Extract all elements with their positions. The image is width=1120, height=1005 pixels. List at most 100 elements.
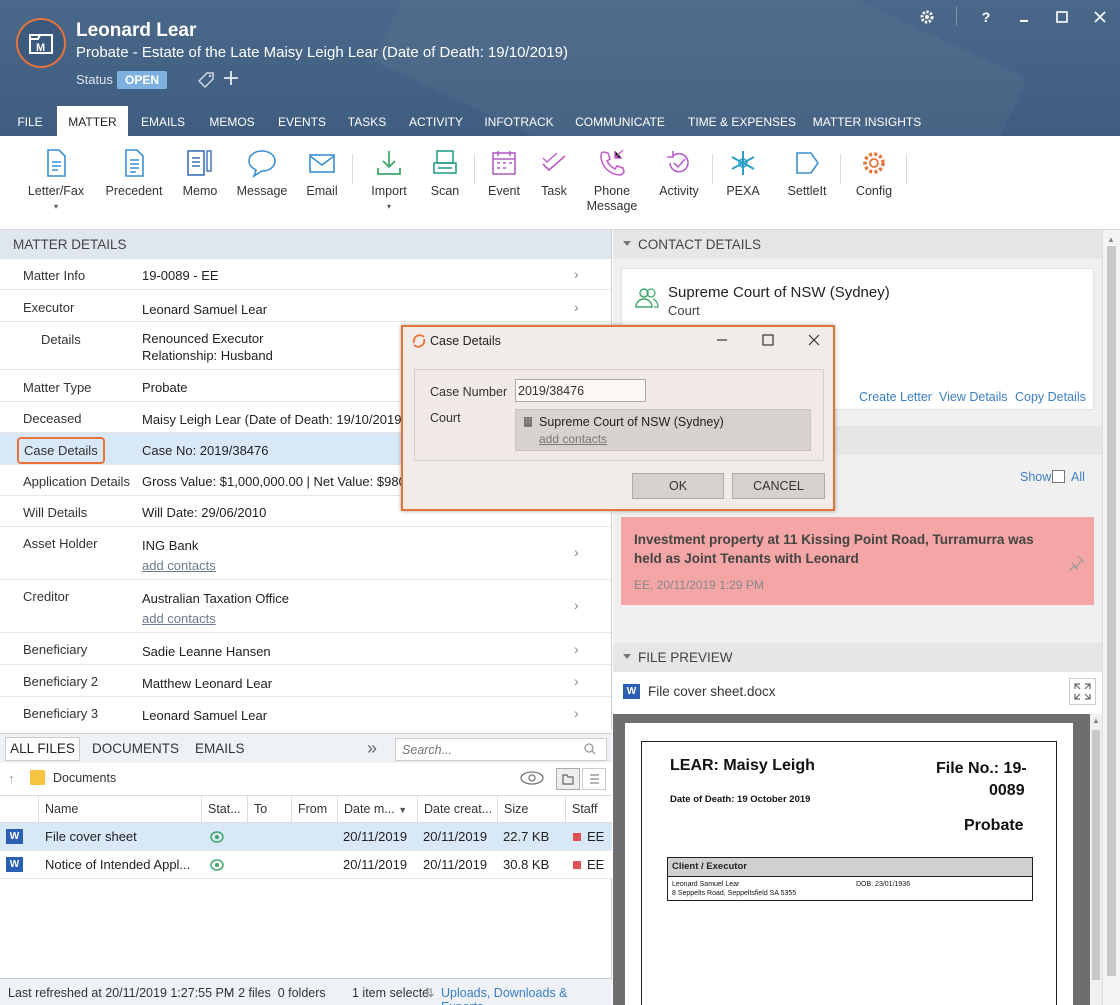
tab-matter[interactable]: MATTER xyxy=(57,106,128,136)
detail-row-executor[interactable]: Executor Leonard Samuel Lear › xyxy=(0,290,611,322)
up-arrow-icon[interactable]: ↑ xyxy=(8,771,15,786)
file-preview-heading[interactable]: FILE PREVIEW xyxy=(613,643,1102,672)
gear-icon[interactable] xyxy=(916,8,938,26)
expand-icon[interactable] xyxy=(1069,678,1096,705)
phone-message-button[interactable]: Phone Message xyxy=(582,148,642,214)
dialog-minimize-icon[interactable] xyxy=(715,333,729,347)
dialog-maximize-icon[interactable] xyxy=(761,333,775,347)
tab-communicate[interactable]: COMMUNICATE xyxy=(568,106,672,136)
precedent-button[interactable]: Precedent xyxy=(102,148,166,199)
view-details-link[interactable]: View Details xyxy=(939,390,1008,404)
activity-button[interactable]: Activity xyxy=(650,148,708,199)
scrollbar-thumb[interactable] xyxy=(1107,246,1116,976)
pin-icon[interactable] xyxy=(1068,555,1084,571)
contact-name: Supreme Court of NSW (Sydney) xyxy=(668,284,890,301)
detail-row-creditor[interactable]: Creditor Australian Taxation Office add … xyxy=(0,580,611,633)
tab-matter-insights[interactable]: MATTER INSIGHTS xyxy=(810,106,924,136)
table-row[interactable]: W File cover sheet 20/11/2019 20/11/2019… xyxy=(0,823,612,851)
detail-value: Matthew Leonard Lear xyxy=(142,676,273,691)
task-button[interactable]: Task xyxy=(532,148,576,199)
chevron-right-icon: › xyxy=(574,544,579,560)
copy-details-link[interactable]: Copy Details xyxy=(1015,390,1086,404)
detail-row-beneficiary-2[interactable]: Beneficiary 2 Matthew Leonard Lear › xyxy=(0,665,611,697)
add-contacts-link[interactable]: add contacts xyxy=(142,558,216,573)
file-date-modified: 20/11/2019 xyxy=(343,829,408,844)
column-date-created[interactable]: Date creat... xyxy=(418,796,498,823)
court-contact-box[interactable]: Supreme Court of NSW (Sydney) add contac… xyxy=(515,409,811,451)
column-icon xyxy=(0,796,39,823)
preview-scrollbar[interactable]: ▲ xyxy=(1090,714,1102,1005)
tab-infotrack[interactable]: INFOTRACK xyxy=(480,106,558,136)
eye-icon[interactable] xyxy=(520,771,544,785)
task-icon xyxy=(542,152,566,172)
note-meta: EE, 20/11/2019 1:29 PM xyxy=(634,578,764,592)
all-label: All xyxy=(1071,470,1085,484)
court-add-contacts-link[interactable]: add contacts xyxy=(539,432,607,446)
tab-activity[interactable]: ACTIVITY xyxy=(402,106,470,136)
file-search-input[interactable] xyxy=(395,738,607,761)
doc-client-dob: DOB: 23/01/1936 xyxy=(856,881,911,888)
tab-events[interactable]: EVENTS xyxy=(272,106,332,136)
import-button[interactable]: Import ▾ xyxy=(362,148,416,214)
file-tabs: ALL FILES DOCUMENTS EMAILS » xyxy=(0,733,612,763)
minimize-icon[interactable] xyxy=(1013,8,1035,26)
tab-memos[interactable]: MEMOS xyxy=(202,106,262,136)
tab-all-files[interactable]: ALL FILES xyxy=(5,737,80,761)
column-date-modified[interactable]: Date m... ▼ xyxy=(338,796,418,823)
detail-label: Creditor xyxy=(23,589,70,604)
list-view-icon[interactable] xyxy=(582,768,606,790)
memo-button[interactable]: Memo xyxy=(176,148,224,199)
maximize-icon[interactable] xyxy=(1051,8,1073,26)
detail-row-asset-holder[interactable]: Asset Holder ING Bank add contacts › xyxy=(0,527,611,580)
scrollbar[interactable]: ▲ xyxy=(1102,230,1120,1005)
staff-color-marker xyxy=(573,861,581,869)
column-name[interactable]: Name xyxy=(39,796,202,823)
note-text: Investment property at 11 Kissing Point … xyxy=(634,532,1034,566)
note-card[interactable]: Investment property at 11 Kissing Point … xyxy=(621,517,1094,605)
detail-row-matter-info[interactable]: Matter Info 19-0089 - EE › xyxy=(0,259,611,290)
tab-documents[interactable]: DOCUMENTS xyxy=(92,741,179,756)
case-number-input[interactable] xyxy=(515,379,646,402)
detail-row-beneficiary[interactable]: Beneficiary Sadie Leanne Hansen › xyxy=(0,633,611,665)
config-button[interactable]: Config xyxy=(850,148,898,199)
status-badge[interactable]: OPEN xyxy=(117,71,168,89)
pexa-button[interactable]: PEXA xyxy=(720,148,766,199)
create-letter-link[interactable]: Create Letter xyxy=(859,390,932,404)
tab-emails-files[interactable]: EMAILS xyxy=(195,741,245,756)
tab-tasks[interactable]: TASKS xyxy=(342,106,392,136)
column-from[interactable]: From xyxy=(292,796,338,823)
help-button[interactable]: ? xyxy=(975,8,997,26)
event-button[interactable]: Event xyxy=(482,148,526,199)
detail-row-beneficiary-3[interactable]: Beneficiary 3 Leonard Samuel Lear › xyxy=(0,697,611,729)
column-staff[interactable]: Staff xyxy=(566,796,612,823)
scan-button[interactable]: Scan xyxy=(422,148,468,199)
uploads-link[interactable]: Uploads, Downloads & Exports xyxy=(441,986,612,1005)
column-status[interactable]: Stat... xyxy=(202,796,248,823)
tab-emails[interactable]: EMAILS xyxy=(134,106,192,136)
add-tag-icon[interactable] xyxy=(222,69,240,87)
contact-details-heading[interactable]: CONTACT DETAILS xyxy=(613,230,1102,259)
add-contacts-link[interactable]: add contacts xyxy=(142,611,216,626)
file-size: 22.7 KB xyxy=(503,829,550,844)
settleit-button[interactable]: SettleIt xyxy=(780,148,834,199)
close-icon[interactable] xyxy=(1089,8,1111,26)
cancel-button[interactable]: CANCEL xyxy=(732,473,825,499)
ok-button[interactable]: OK xyxy=(632,473,724,499)
column-to[interactable]: To xyxy=(248,796,292,823)
folder-bar: ↑ Documents xyxy=(0,763,612,795)
chevron-right-icon: › xyxy=(574,266,579,282)
tab-time-expenses[interactable]: TIME & EXPENSES xyxy=(684,106,800,136)
table-row[interactable]: W Notice of Intended Appl... 20/11/2019 … xyxy=(0,851,612,879)
doc-client-table: Client / Executor Leonard Samuel Lear 8 … xyxy=(667,857,1033,901)
last-refreshed-text: Last refreshed at 20/11/2019 1:27:55 PM xyxy=(8,986,235,1000)
message-button[interactable]: Message xyxy=(234,148,290,199)
folder-view-icon[interactable] xyxy=(556,768,580,790)
email-button[interactable]: Email xyxy=(298,148,346,199)
show-all-checkbox[interactable] xyxy=(1052,470,1065,483)
double-chevron-icon[interactable]: » xyxy=(367,738,377,759)
dialog-close-icon[interactable] xyxy=(807,333,821,347)
tag-icon[interactable] xyxy=(198,71,216,89)
tab-file[interactable]: FILE xyxy=(8,106,52,136)
letter-fax-button[interactable]: Letter/Fax ▾ xyxy=(22,148,90,214)
column-size[interactable]: Size xyxy=(498,796,566,823)
